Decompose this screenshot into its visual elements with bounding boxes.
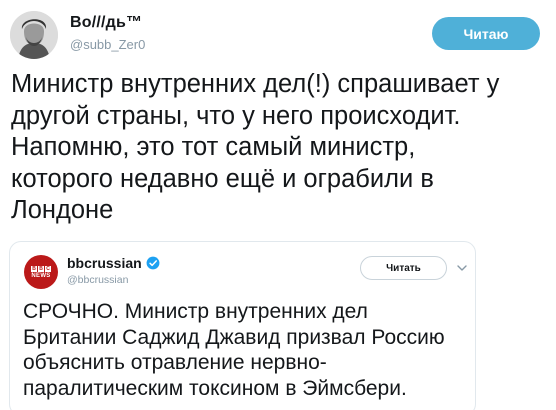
verified-badge-icon	[146, 256, 160, 270]
bbc-news-logo[interactable]: B B C NEWS	[24, 255, 58, 289]
tweet-text: Министр внутренних дел(!) спрашивает у д…	[11, 70, 500, 224]
bbc-block: B	[31, 265, 37, 272]
bbc-block: C	[45, 265, 51, 272]
tweet: Во///дь™ @subb_Zer0 Читаю Министр внутре…	[0, 0, 556, 410]
follow-button[interactable]: Читаю	[432, 17, 540, 50]
bbc-blocks: B B C	[31, 265, 51, 272]
chevron-down-icon[interactable]	[456, 262, 468, 274]
avatar[interactable]	[10, 11, 58, 59]
bbc-news-word: NEWS	[31, 272, 51, 279]
author-display-name[interactable]: Во///дь™	[70, 14, 142, 32]
quoted-author-display-name[interactable]: bbcrussian	[67, 255, 142, 271]
quoted-follow-button[interactable]: Читать	[360, 256, 447, 280]
author-username[interactable]: @subb_Zer0	[70, 37, 145, 52]
quoted-author-name-row: bbcrussian	[67, 255, 160, 271]
portrait-avatar-icon	[10, 11, 58, 59]
quoted-tweet-text: СРОЧНО. Министр внутренних дел Британии …	[23, 300, 445, 400]
bbc-block: B	[38, 265, 44, 272]
quoted-author-handle[interactable]: @bbcrussian	[67, 274, 128, 286]
